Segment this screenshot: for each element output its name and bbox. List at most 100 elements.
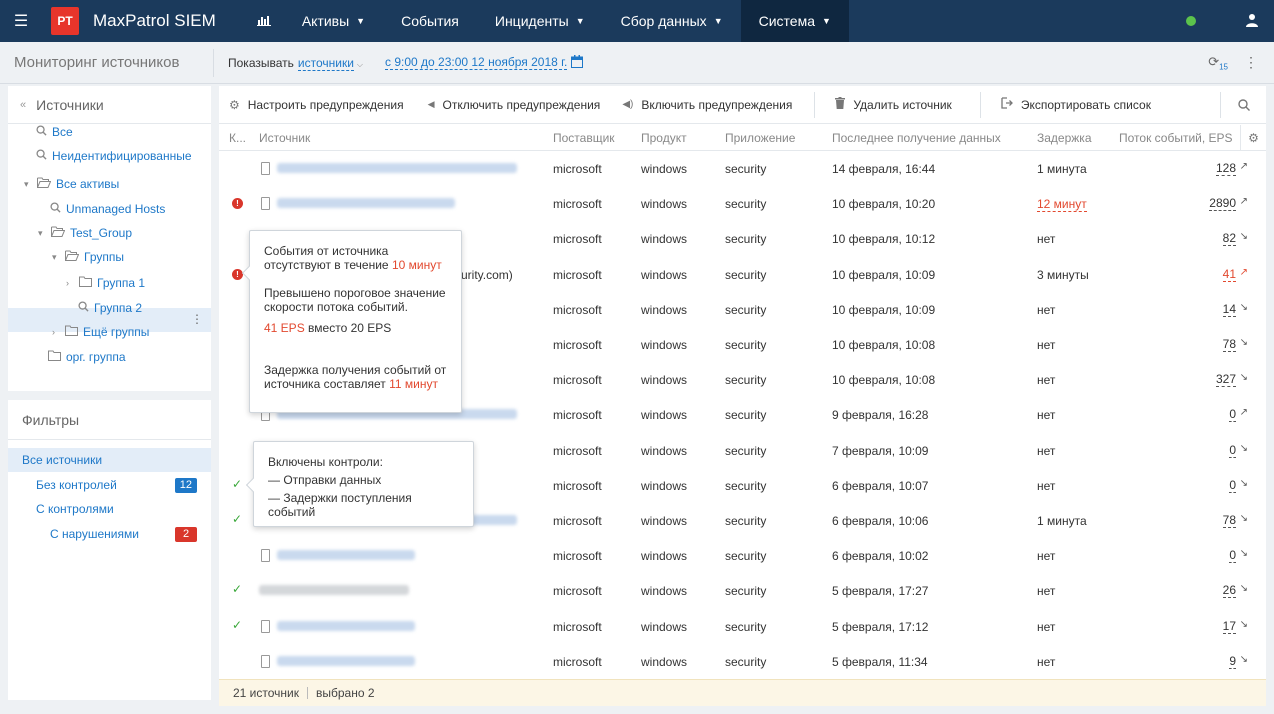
source-redacted[interactable] xyxy=(259,585,409,596)
eps-cell[interactable]: 78 xyxy=(1222,514,1236,528)
source-redacted[interactable] xyxy=(277,655,415,666)
tree-item[interactable]: орг. группа xyxy=(48,345,126,369)
disable-alerts-label: Отключить предупреждения xyxy=(442,97,601,112)
menu-icon[interactable]: ☰ xyxy=(0,0,42,42)
eps-cell[interactable]: 82 xyxy=(1222,232,1236,247)
table-row[interactable]: microsoft windows security 6 февраля, 10:02… xyxy=(219,539,1266,574)
collapsed-icon[interactable]: › xyxy=(52,327,61,337)
error-icon[interactable]: ! xyxy=(232,268,243,280)
last-received-cell: 9 февраля, 16:28 xyxy=(832,408,929,423)
eps-cell[interactable]: 0 xyxy=(1229,408,1236,423)
configure-alerts-button[interactable]: ⚙ Настроить предупреждения xyxy=(219,86,414,124)
expand-icon[interactable]: ▾ xyxy=(52,252,61,263)
last-received-cell: 5 февраля, 17:12 xyxy=(832,619,929,634)
col-product[interactable]: Продукт xyxy=(641,131,687,145)
filter-label: Без контролей xyxy=(36,478,117,492)
filter-item[interactable]: С нарушениями 2 xyxy=(8,522,211,546)
nav-item[interactable]: Система ▼ xyxy=(740,0,849,42)
delay-cell: нет xyxy=(1037,338,1056,352)
col-source[interactable]: Источник xyxy=(259,131,310,145)
dashboard-icon[interactable] xyxy=(244,14,284,29)
filter-label: С нарушениями xyxy=(50,527,139,541)
eps-cell[interactable]: 14 xyxy=(1222,302,1236,317)
col-app[interactable]: Приложение xyxy=(725,131,795,145)
col-last[interactable]: Последнее получение данных xyxy=(832,131,1001,145)
tree-item[interactable]: ▾ Все активы xyxy=(24,172,119,196)
sub-header: Мониторинг источников Показывать источни… xyxy=(0,42,1274,84)
source-redacted[interactable] xyxy=(277,550,415,561)
app-name[interactable]: MaxPatrol SIEM xyxy=(93,11,216,31)
source-name[interactable]: curity.com) xyxy=(455,268,513,282)
check-icon[interactable]: ✓ xyxy=(232,512,242,526)
eps-cell[interactable]: 41 xyxy=(1222,267,1236,282)
check-icon[interactable]: ✓ xyxy=(232,582,242,596)
collapse-icon[interactable]: « xyxy=(20,99,26,111)
device-icon xyxy=(261,654,270,668)
eps-cell[interactable]: 17 xyxy=(1222,619,1236,634)
col-vendor[interactable]: Поставщик xyxy=(553,131,615,145)
disable-alerts-button[interactable]: ◀ Отключить предупреждения xyxy=(414,86,611,124)
show-selector[interactable]: источники ⌵ xyxy=(297,55,363,71)
table-row[interactable]: microsoft windows security 5 февраля, 11:34… xyxy=(219,645,1266,680)
export-list-button[interactable]: Экспортировать список xyxy=(981,86,1161,124)
eps-cell[interactable]: 0 xyxy=(1229,478,1236,493)
folder-open-icon xyxy=(51,226,66,240)
table-row[interactable]: ✓ microsoft windows security 5 февраля, 17:2… xyxy=(219,574,1266,609)
speaker-off-icon: ◀ xyxy=(427,99,435,109)
kebab-icon[interactable]: ⋮ xyxy=(191,312,203,326)
source-redacted[interactable] xyxy=(277,198,455,209)
nav-item[interactable]: Активы ▼ xyxy=(284,0,383,42)
col-controls[interactable]: К... xyxy=(229,131,246,145)
tree-item[interactable]: Unmanaged Hosts xyxy=(50,197,165,221)
app-cell: security xyxy=(725,654,767,669)
check-icon[interactable]: ✓ xyxy=(232,477,242,491)
delay-cell: 1 минута xyxy=(1037,162,1087,176)
more-icon[interactable]: ⋮ xyxy=(1244,54,1258,71)
eps-cell[interactable]: 327 xyxy=(1215,373,1236,388)
tree-item[interactable]: Все xyxy=(36,120,73,144)
expand-icon[interactable]: ▾ xyxy=(38,228,47,239)
table-row[interactable]: ✓ microsoft windows security 5 февраля, 17:1… xyxy=(219,610,1266,645)
expand-icon[interactable]: ▾ xyxy=(24,179,33,190)
tree-item[interactable]: Неидентифицированные xyxy=(36,144,192,168)
eps-cell[interactable]: 128 xyxy=(1215,162,1236,176)
search-icon[interactable] xyxy=(1220,91,1266,118)
source-redacted[interactable] xyxy=(277,163,517,173)
col-delay[interactable]: Задержка xyxy=(1037,131,1092,145)
tree-item[interactable]: ▾ Test_Group xyxy=(38,221,132,245)
tooltip-line: Превышено пороговое значение xyxy=(264,286,446,300)
eps-cell[interactable]: 0 xyxy=(1229,443,1236,458)
nav-item[interactable]: Инциденты ▼ xyxy=(477,0,603,42)
tree-item[interactable]: › Ещё группы xyxy=(52,320,149,344)
tree-item[interactable]: Группа 2 xyxy=(78,296,142,320)
eps-cell[interactable]: 9 xyxy=(1229,654,1236,669)
time-range[interactable]: с 9:00 до 23:00 12 ноября 2018 г. xyxy=(384,55,568,70)
source-redacted[interactable] xyxy=(277,620,415,631)
eps-cell[interactable]: 78 xyxy=(1222,338,1236,352)
user-icon[interactable] xyxy=(1242,13,1262,30)
refresh-icon[interactable]: ⟳15 xyxy=(1208,54,1228,72)
eps-cell[interactable]: 0 xyxy=(1229,549,1236,564)
table-row[interactable]: microsoft windows security 14 февраля, 16:4… xyxy=(219,152,1266,187)
enable-alerts-button[interactable]: ◀) Включить предупреждения xyxy=(610,86,802,124)
table-row[interactable]: ! microsoft windows security 10 февраля, 10:… xyxy=(219,187,1266,222)
filter-item[interactable]: С контролями xyxy=(8,497,211,521)
tree-item[interactable]: ▾ Группы xyxy=(52,245,124,269)
nav-item[interactable]: Сбор данных ▼ xyxy=(603,0,741,42)
tree-item[interactable]: › Группа 1 xyxy=(66,271,145,295)
col-eps[interactable]: Поток событий, EPS xyxy=(1119,131,1233,145)
filter-item[interactable]: Все источники xyxy=(8,448,211,472)
column-settings-icon[interactable]: ⚙ xyxy=(1240,125,1266,151)
show-value: источники xyxy=(297,55,354,71)
error-icon[interactable]: ! xyxy=(232,198,243,210)
product-cell: windows xyxy=(641,302,688,317)
eps-cell[interactable]: 2890 xyxy=(1209,197,1236,212)
filter-item[interactable]: Без контролей 12 xyxy=(8,473,211,497)
check-icon[interactable]: ✓ xyxy=(232,618,242,632)
eps-cell[interactable]: 26 xyxy=(1222,584,1236,599)
nav-item[interactable]: События xyxy=(383,0,477,42)
delete-source-button[interactable]: Удалить источник xyxy=(815,86,961,124)
app-cell: security xyxy=(725,302,767,317)
collapsed-icon[interactable]: › xyxy=(66,278,75,288)
calendar-icon[interactable] xyxy=(571,54,584,71)
